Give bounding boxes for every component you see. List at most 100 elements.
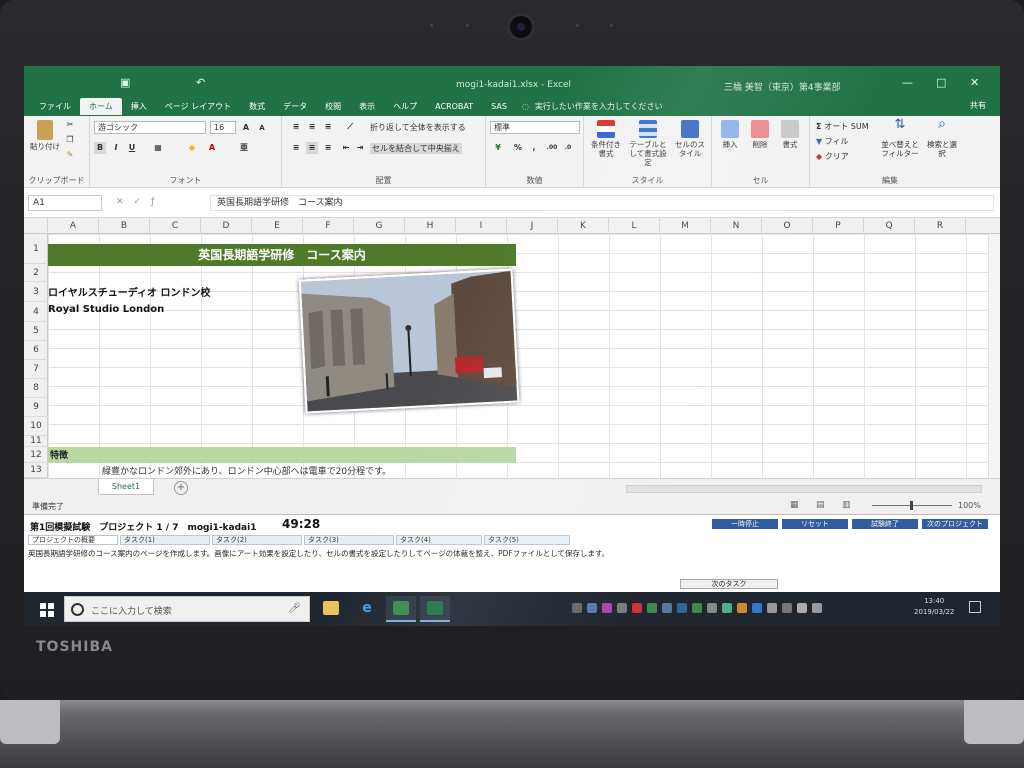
conditional-format-button[interactable]: 条件付き書式 [588,120,624,158]
column-header[interactable]: Q [864,218,915,234]
vertical-scrollbar[interactable] [988,234,1000,478]
quick-access-icon[interactable]: ↶ [196,76,205,89]
save-icon[interactable]: ▣ [120,76,130,89]
border-icon[interactable]: ▦ [152,142,164,154]
tell-me-input[interactable]: 実行したい作業を入力してください [535,101,663,112]
align-bottom-icon[interactable]: ≡ [322,121,334,133]
underline-button[interactable]: U [126,142,138,154]
font-color-icon[interactable]: A [206,142,218,154]
microphone-icon[interactable]: 🎤︎ [288,603,301,614]
row-header[interactable]: 2 [24,264,48,282]
shrink-font-icon[interactable]: A [256,122,268,134]
tab-task-5[interactable]: タスク(5) [484,535,570,545]
tab-page-layout[interactable]: ページ レイアウト [156,98,240,115]
formula-input[interactable]: 英国長期語学研修 コース案内 [210,195,994,211]
tab-file[interactable]: ファイル [30,98,80,115]
tray-app-icon[interactable] [692,603,702,613]
people-icon[interactable] [572,603,582,613]
column-header[interactable]: J [507,218,558,234]
column-header[interactable]: K [558,218,609,234]
column-header[interactable]: D [201,218,252,234]
tab-view[interactable]: 表示 [350,98,384,115]
cell-a4[interactable]: Royal Studio London [48,304,164,315]
notification-icon[interactable] [969,601,981,613]
row-header[interactable]: 6 [24,341,48,360]
row-header[interactable]: 13 [24,463,48,478]
tray-app-icon[interactable] [587,603,597,613]
bluetooth-icon[interactable] [677,603,687,613]
tab-task-3[interactable]: タスク(3) [304,535,394,545]
italic-button[interactable]: I [110,142,122,154]
zoom-slider-knob[interactable] [910,501,913,510]
autosum-button[interactable]: Σ オート SUM [816,121,869,132]
maximize-icon[interactable]: □ [936,76,946,89]
column-header[interactable]: P [813,218,864,234]
tab-acrobat[interactable]: ACROBAT [426,99,482,114]
fill-color-icon[interactable]: ◆ [186,142,198,154]
excel-app[interactable] [420,596,450,622]
tab-task-4[interactable]: タスク(4) [396,535,482,545]
tray-app-icon[interactable] [647,603,657,613]
row-header[interactable]: 9 [24,398,48,417]
close-icon[interactable]: ✕ [970,76,979,89]
font-size-select[interactable]: 16 [210,121,236,134]
exam-app[interactable] [386,596,416,622]
page-break-icon[interactable]: ▥ [842,500,851,510]
add-sheet-button[interactable]: + [174,481,188,495]
tray-app-icon[interactable] [767,603,777,613]
tray-app-icon[interactable] [602,603,612,613]
align-left-icon[interactable]: ≡ [290,142,302,154]
title-cell-merged[interactable]: 英国長期語学研修 コース案内 [48,244,516,266]
align-right-icon[interactable]: ≡ [322,142,334,154]
cell-a3[interactable]: ロイヤルスチューディオ ロンドン校 [48,284,210,299]
align-middle-icon[interactable]: ≡ [306,121,318,133]
decrease-decimal-icon[interactable]: .0 [562,142,574,154]
increase-indent-icon[interactable]: ⇥ [354,142,366,154]
row-header[interactable]: 3 [24,282,48,302]
orientation-icon[interactable]: ⟋ [344,121,356,133]
percent-button[interactable]: % [512,142,524,154]
column-header[interactable]: C [150,218,201,234]
phonetic-icon[interactable]: 亜 [238,142,250,154]
column-header[interactable]: O [762,218,813,234]
currency-icon[interactable]: ¥ [492,142,504,154]
delete-cells-button[interactable]: 削除 [746,120,774,149]
tab-review[interactable]: 校閲 [316,98,350,115]
format-as-table-button[interactable]: テーブルとして書式設定 [626,120,670,167]
row-header[interactable]: 12 [24,447,48,463]
select-all-corner[interactable] [24,218,48,234]
tab-task-2[interactable]: タスク(2) [212,535,302,545]
taskbar-search[interactable]: ここに入力して検索 🎤︎ [64,596,310,622]
column-header[interactable]: B [99,218,150,234]
clear-button[interactable]: ◆ クリア [816,151,849,162]
tab-help[interactable]: ヘルプ [384,98,426,115]
column-header[interactable]: R [915,218,966,234]
name-box[interactable]: A1 [28,195,102,211]
row-header[interactable]: 8 [24,379,48,398]
column-header[interactable]: G [354,218,405,234]
row-header[interactable]: 4 [24,302,48,322]
row-header[interactable]: 7 [24,360,48,379]
tray-app-icon[interactable] [707,603,717,613]
internet-explorer-app[interactable]: e [352,596,382,622]
page-layout-icon[interactable]: ▤ [816,500,825,510]
column-header[interactable]: M [660,218,711,234]
horizontal-scrollbar[interactable] [626,485,982,493]
next-task-button[interactable]: 次のタスク [680,579,778,589]
tray-app-icon[interactable] [722,603,732,613]
end-exam-button[interactable]: 試験終了 [852,519,918,529]
tab-task-1[interactable]: タスク(1) [120,535,210,545]
wrap-text-button[interactable]: 折り返して全体を表示する [370,122,466,133]
share-button[interactable]: 共有 [970,100,986,111]
london-street-photo[interactable] [298,268,520,414]
normal-view-icon[interactable]: ▦ [790,500,799,510]
next-project-button[interactable]: 次のプロジェクト [922,519,988,529]
taskbar-clock[interactable]: 13:40 2019/03/22 [914,596,954,618]
copy-icon[interactable]: ❐ [64,134,76,146]
cell-styles-button[interactable]: セルのスタイル [672,120,708,158]
minimize-icon[interactable]: — [902,76,913,89]
align-center-icon[interactable]: ≡ [306,142,318,154]
font-name-select[interactable]: 游ゴシック [94,121,206,134]
bold-button[interactable]: B [94,142,106,154]
cell-b13[interactable]: 緑豊かなロンドン郊外にあり、ロンドン中心部へは電車で20分程です。 [102,464,391,477]
